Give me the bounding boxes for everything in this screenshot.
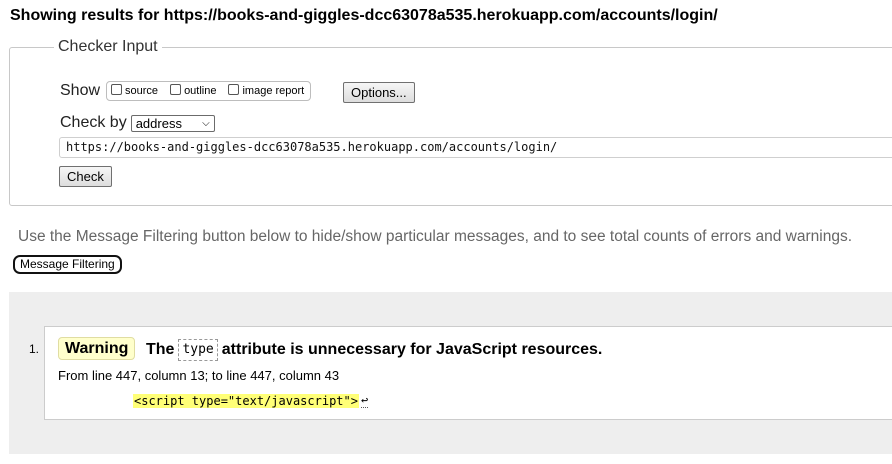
outline-checkbox[interactable] <box>170 83 182 95</box>
check-button[interactable]: Check <box>59 166 112 187</box>
image-report-checkbox[interactable] <box>228 83 240 95</box>
return-icon: ↩ <box>360 393 369 408</box>
message-filtering-button[interactable]: Message Filtering <box>13 255 122 274</box>
source-option-label: source <box>125 85 159 97</box>
warning-message: Warning The type attribute is unnecessar… <box>44 326 892 420</box>
message-extract: <script type="text/javascript"> ↩ <box>133 393 369 408</box>
results-heading: Showing results for https://books-and-gi… <box>10 7 718 24</box>
outline-option-label: outline <box>184 85 217 97</box>
message-number: 1. <box>29 342 40 356</box>
show-outline-option[interactable]: outline <box>170 83 217 97</box>
show-row: Show source outline image report <box>60 81 312 101</box>
message-location: From line 447, column 13; to line 447, c… <box>58 368 340 383</box>
check-by-select[interactable]: address ⌵ <box>130 114 215 132</box>
show-options-group: source outline image report <box>106 81 312 101</box>
options-button[interactable]: Options... <box>343 82 415 103</box>
chevron-down-icon: ⌵ <box>202 117 210 129</box>
message-title: The type attribute is unnecessary for Ja… <box>146 339 602 361</box>
message-title-suffix: attribute is unnecessary for JavaScript … <box>221 341 603 358</box>
message-title-prefix: The <box>146 341 175 358</box>
show-source-option[interactable]: source <box>111 83 159 97</box>
check-by-label: Check by <box>60 114 127 131</box>
show-image-report-option[interactable]: image report <box>228 83 305 97</box>
message-filtering-info: Use the Message Filtering button below t… <box>18 228 853 245</box>
check-by-selected-value: address <box>135 115 182 131</box>
show-label: Show <box>60 82 101 99</box>
url-input[interactable]: https://books-and-giggles-dcc63078a535.h… <box>59 137 892 158</box>
extract-highlight: <script type="text/javascript"> <box>133 393 359 408</box>
check-by-row: Check by address ⌵ <box>60 114 215 132</box>
message-title-code: type <box>178 339 218 361</box>
source-checkbox[interactable] <box>111 83 123 95</box>
checker-input-legend: Checker Input <box>58 38 158 55</box>
warning-badge: Warning <box>58 337 136 360</box>
image-report-option-label: image report <box>242 85 305 97</box>
